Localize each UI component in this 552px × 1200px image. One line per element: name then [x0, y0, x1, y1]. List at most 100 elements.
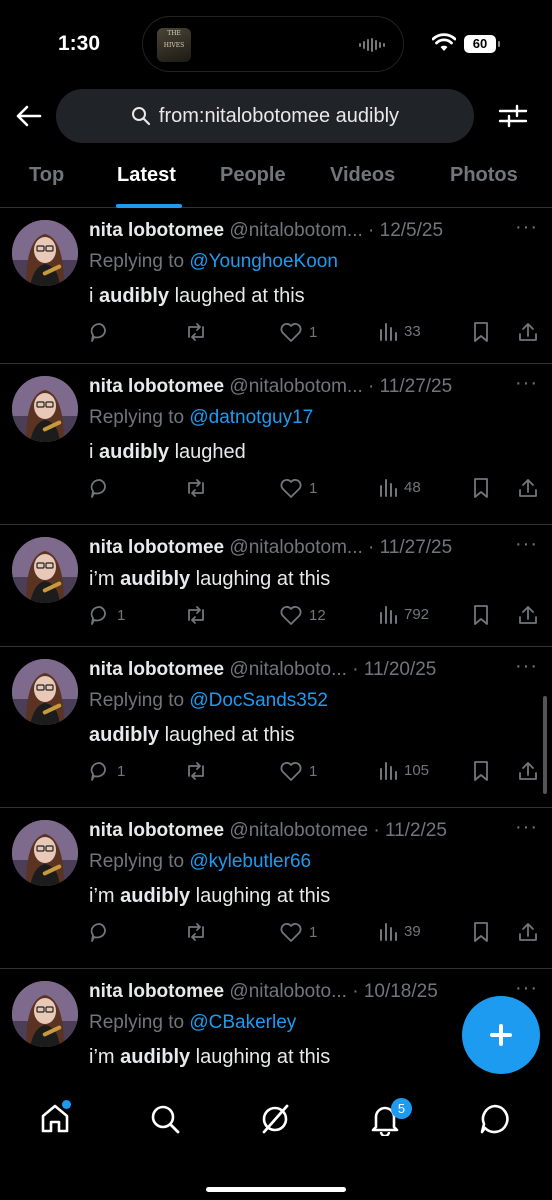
- like-button[interactable]: 1: [279, 321, 317, 343]
- views-button[interactable]: 39: [378, 921, 421, 941]
- tweet-header: nita lobotomee @nitalobotom... · 11/27/2…: [89, 537, 452, 559]
- share-button[interactable]: [517, 921, 539, 943]
- more-options-icon[interactable]: ···: [515, 977, 538, 1000]
- tweet-header: nita lobotomee @nitalobotom... · 11/27/2…: [89, 376, 452, 398]
- bookmark-button[interactable]: [471, 921, 491, 943]
- replying-to-handle[interactable]: @YounghoeKoon: [189, 251, 338, 272]
- bookmark-icon: [471, 760, 491, 782]
- more-options-icon[interactable]: ···: [515, 372, 538, 395]
- tweet-row[interactable]: nita lobotomee @nitalobotom... · 11/27/2…: [0, 364, 552, 525]
- reply-button[interactable]: 1: [89, 604, 125, 626]
- tweet-row[interactable]: nita lobotomee @nitalobotom... · 11/27/2…: [0, 525, 552, 647]
- avatar[interactable]: [12, 376, 78, 442]
- reply-button[interactable]: [89, 921, 117, 943]
- repost-icon: [184, 921, 208, 943]
- replying-to-handle[interactable]: @DocSands352: [189, 690, 328, 711]
- bookmark-button[interactable]: [471, 321, 491, 343]
- author-name[interactable]: nita lobotomee: [89, 376, 224, 397]
- like-button[interactable]: 1: [279, 921, 317, 943]
- bookmark-button[interactable]: [471, 604, 491, 626]
- like-button[interactable]: 1: [279, 760, 317, 782]
- tweet-text: i audibly laughed: [89, 441, 246, 464]
- views-button[interactable]: 33: [378, 321, 421, 341]
- views-icon: [378, 321, 398, 341]
- tweet-text: audibly laughed at this: [89, 724, 295, 747]
- views-button[interactable]: 48: [378, 477, 421, 497]
- compose-post-button[interactable]: [462, 996, 540, 1074]
- replying-to-handle[interactable]: @CBakerley: [189, 1012, 296, 1033]
- tweet-actions: 1 39: [89, 921, 539, 947]
- author-handle-date: @nitalobotom... · 12/5/25: [229, 220, 444, 241]
- like-button[interactable]: 1: [279, 477, 317, 499]
- views-button[interactable]: 105: [378, 760, 429, 780]
- author-name[interactable]: nita lobotomee: [89, 981, 224, 1002]
- heart-icon: [279, 477, 303, 499]
- avatar[interactable]: [12, 537, 78, 603]
- tweet-row[interactable]: nita lobotomee @nitaloboto... · 11/20/25…: [0, 647, 552, 808]
- views-button[interactable]: 792: [378, 604, 429, 624]
- wifi-icon: [432, 33, 456, 51]
- author-name[interactable]: nita lobotomee: [89, 220, 224, 241]
- replying-to-handle[interactable]: @datnotguy17: [189, 407, 313, 428]
- repost-button[interactable]: [184, 921, 214, 943]
- share-icon: [517, 760, 539, 782]
- repost-button[interactable]: [184, 321, 214, 343]
- home-indicator: [206, 1187, 346, 1192]
- home-unread-dot: [62, 1100, 71, 1109]
- author-name[interactable]: nita lobotomee: [89, 537, 224, 558]
- like-button[interactable]: 12: [279, 604, 326, 626]
- share-button[interactable]: [517, 321, 539, 343]
- tweet-row[interactable]: nita lobotomee @nitalobotomee · 11/2/25 ·…: [0, 808, 552, 969]
- search-filter-icon[interactable]: [498, 102, 528, 130]
- replying-to-handle[interactable]: @kylebutler66: [189, 851, 311, 872]
- tab-latest[interactable]: Latest: [117, 164, 176, 187]
- more-options-icon[interactable]: ···: [515, 533, 538, 556]
- more-options-icon[interactable]: ···: [515, 816, 538, 839]
- more-options-icon[interactable]: ···: [515, 216, 538, 239]
- repost-button[interactable]: [184, 477, 214, 499]
- dynamic-island[interactable]: THE HIVES: [142, 16, 404, 72]
- bookmark-button[interactable]: [471, 760, 491, 782]
- repost-button[interactable]: [184, 760, 214, 782]
- repost-button[interactable]: [184, 604, 214, 626]
- share-button[interactable]: [517, 760, 539, 782]
- avatar[interactable]: [12, 659, 78, 725]
- tweet-text-end: laughing at this: [190, 885, 331, 907]
- messages-icon[interactable]: [478, 1102, 512, 1136]
- avatar[interactable]: [12, 220, 78, 286]
- search-nav-icon[interactable]: [148, 1102, 182, 1136]
- grok-icon[interactable]: [258, 1102, 292, 1136]
- share-button[interactable]: [517, 604, 539, 626]
- bookmark-icon: [471, 477, 491, 499]
- search-input[interactable]: from:nitalobotomee audibly: [56, 89, 474, 143]
- views-count: 48: [404, 478, 421, 496]
- views-icon: [378, 604, 398, 624]
- scrollbar[interactable]: [543, 696, 547, 794]
- repost-icon: [184, 321, 208, 343]
- tweet-text-start: i: [89, 285, 99, 307]
- reply-button[interactable]: [89, 477, 117, 499]
- reply-button[interactable]: 1: [89, 760, 125, 782]
- bookmark-button[interactable]: [471, 477, 491, 499]
- tab-people[interactable]: People: [220, 164, 286, 187]
- author-name[interactable]: nita lobotomee: [89, 820, 224, 841]
- tweet-header: nita lobotomee @nitaloboto... · 11/20/25: [89, 659, 436, 681]
- author-handle-date: @nitaloboto... · 11/20/25: [229, 659, 437, 680]
- tweet-row[interactable]: nita lobotomee @nitalobotom... · 12/5/25…: [0, 208, 552, 364]
- author-name[interactable]: nita lobotomee: [89, 659, 224, 680]
- search-term-highlight: audibly: [89, 724, 160, 746]
- tab-top[interactable]: Top: [29, 164, 64, 187]
- status-bar: 1:30 THE HIVES 60: [0, 0, 552, 90]
- more-options-icon[interactable]: ···: [515, 655, 538, 678]
- avatar[interactable]: [12, 981, 78, 1047]
- tab-photos[interactable]: Photos: [450, 164, 518, 187]
- reply-button[interactable]: [89, 321, 117, 343]
- back-arrow-icon[interactable]: [14, 102, 42, 130]
- author-handle-date: @nitalobotom... · 11/27/25: [229, 537, 453, 558]
- search-query: from:nitalobotomee audibly: [158, 104, 400, 127]
- avatar[interactable]: [12, 820, 78, 886]
- tab-videos[interactable]: Videos: [330, 164, 395, 187]
- audio-waveform-icon: [359, 38, 385, 52]
- share-button[interactable]: [517, 477, 539, 499]
- reply-icon: [89, 604, 111, 626]
